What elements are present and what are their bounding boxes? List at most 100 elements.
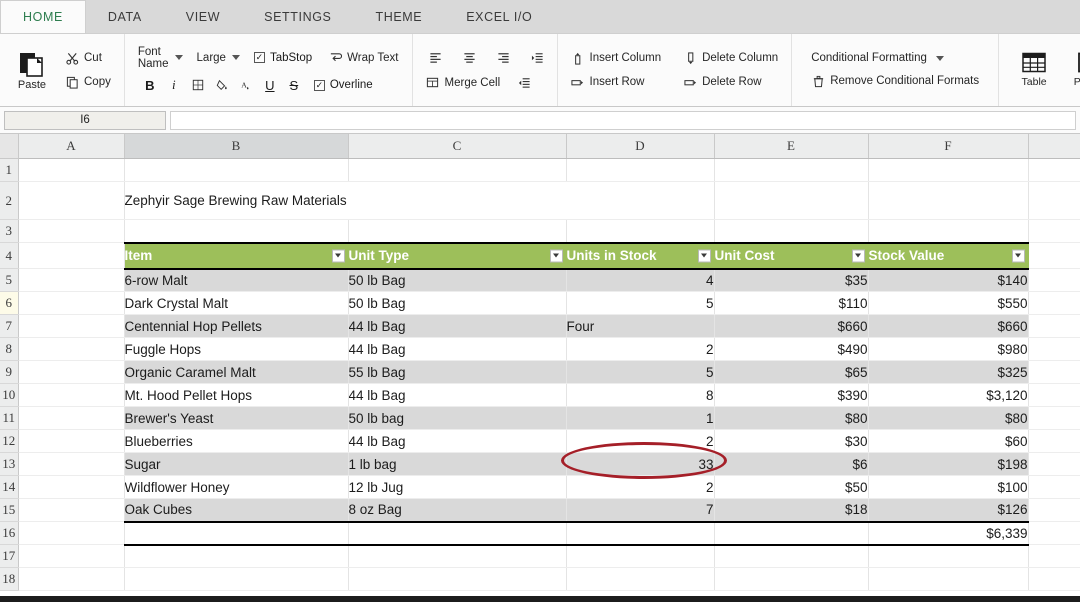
- row-header-6[interactable]: 6: [0, 291, 19, 315]
- cell-g8[interactable]: [1028, 337, 1080, 361]
- underline-button[interactable]: U: [260, 76, 280, 95]
- tab-data[interactable]: DATA: [86, 0, 164, 33]
- cell-unit-type-2[interactable]: 50 lb Bag: [348, 291, 567, 315]
- cell-units-9[interactable]: 33: [566, 452, 715, 476]
- row-header-16[interactable]: 16: [0, 521, 19, 545]
- cell-item-10[interactable]: Wildflower Honey: [124, 475, 349, 499]
- cell-units-10[interactable]: 2: [566, 475, 715, 499]
- row-header-13[interactable]: 13: [0, 452, 19, 476]
- cell-c3[interactable]: [348, 219, 567, 243]
- name-box[interactable]: I6: [4, 110, 166, 130]
- cell-e16[interactable]: [714, 520, 869, 546]
- column-header-f[interactable]: F: [868, 134, 1029, 159]
- cell-g17[interactable]: [1028, 544, 1080, 568]
- cell-g6[interactable]: [1028, 291, 1080, 315]
- cell-item-9[interactable]: Sugar: [124, 452, 349, 476]
- italic-button[interactable]: i: [164, 76, 184, 95]
- cell-item-6[interactable]: Mt. Hood Pellet Hops: [124, 383, 349, 407]
- cell-f1[interactable]: [868, 158, 1029, 182]
- cell-item-4[interactable]: Fuggle Hops: [124, 337, 349, 361]
- cell-cost-2[interactable]: $110: [714, 291, 869, 315]
- row-header-4[interactable]: 4: [0, 242, 19, 269]
- header-stock-value[interactable]: Stock Value: [868, 241, 1029, 270]
- cell-item-1[interactable]: 6-row Malt: [124, 268, 349, 292]
- indent-decrease-button[interactable]: [514, 73, 534, 92]
- row-header-12[interactable]: 12: [0, 429, 19, 453]
- cell-value-2[interactable]: $550: [868, 291, 1029, 315]
- cell-a16[interactable]: [18, 521, 125, 545]
- cell-cost-10[interactable]: $50: [714, 475, 869, 499]
- cell-d1[interactable]: [566, 158, 715, 182]
- row-header-15[interactable]: 15: [0, 498, 19, 522]
- cell-item-7[interactable]: Brewer's Yeast: [124, 406, 349, 430]
- cell-f2[interactable]: [868, 181, 1029, 220]
- cell-unit-type-6[interactable]: 44 lb Bag: [348, 383, 567, 407]
- cell-value-3[interactable]: $660: [868, 314, 1029, 338]
- cell-item-2[interactable]: Dark Crystal Malt: [124, 291, 349, 315]
- filter-dropdown-units-in-stock[interactable]: [697, 249, 711, 262]
- cell-units-1[interactable]: 4: [566, 268, 715, 292]
- tab-theme[interactable]: THEME: [353, 0, 444, 33]
- cell-unit-type-10[interactable]: 12 lb Jug: [348, 475, 567, 499]
- cell-units-11[interactable]: 7: [566, 498, 715, 522]
- cell-a12[interactable]: [18, 429, 125, 453]
- cell-cost-3[interactable]: $660: [714, 314, 869, 338]
- cell-unit-type-4[interactable]: 44 lb Bag: [348, 337, 567, 361]
- font-color-button[interactable]: A: [236, 76, 256, 95]
- cell-g18[interactable]: [1028, 567, 1080, 591]
- cell-value-9[interactable]: $198: [868, 452, 1029, 476]
- remove-conditional-formats-button[interactable]: Remove Conditional Formats: [807, 72, 983, 90]
- cell-item-5[interactable]: Organic Caramel Malt: [124, 360, 349, 384]
- cell-units-8[interactable]: 2: [566, 429, 715, 453]
- cell-d3[interactable]: [566, 219, 715, 243]
- cell-a9[interactable]: [18, 360, 125, 384]
- cell-unit-type-9[interactable]: 1 lb bag: [348, 452, 567, 476]
- cell-cost-5[interactable]: $65: [714, 360, 869, 384]
- row-header-17[interactable]: 17: [0, 544, 19, 568]
- align-center-button[interactable]: [460, 48, 480, 67]
- cell-g7[interactable]: [1028, 314, 1080, 338]
- insert-picture-button[interactable]: Picture: [1064, 52, 1080, 88]
- cell-a6[interactable]: [18, 291, 125, 315]
- column-header-e[interactable]: E: [714, 134, 869, 159]
- row-header-10[interactable]: 10: [0, 383, 19, 407]
- cell-b18[interactable]: [124, 567, 349, 591]
- cell-a11[interactable]: [18, 406, 125, 430]
- paste-button[interactable]: Paste: [9, 50, 55, 91]
- cell-item-11[interactable]: Oak Cubes: [124, 498, 349, 522]
- tab-settings[interactable]: SETTINGS: [242, 0, 353, 33]
- bold-button[interactable]: B: [140, 76, 160, 95]
- overline-checkbox[interactable]: ✓ Overline: [313, 79, 373, 91]
- cell-unit-type-7[interactable]: 50 lb bag: [348, 406, 567, 430]
- row-header-14[interactable]: 14: [0, 475, 19, 499]
- cell-a7[interactable]: [18, 314, 125, 338]
- cell-a13[interactable]: [18, 452, 125, 476]
- column-header-g[interactable]: [1028, 134, 1080, 159]
- tab-excel-io[interactable]: EXCEL I/O: [444, 0, 554, 33]
- wrap-text-button[interactable]: Wrap Text: [326, 49, 402, 67]
- cell-a2[interactable]: [18, 181, 125, 220]
- cell-g13[interactable]: [1028, 452, 1080, 476]
- row-header-9[interactable]: 9: [0, 360, 19, 384]
- cell-a1[interactable]: [18, 158, 125, 182]
- cell-e18[interactable]: [714, 567, 869, 591]
- cell-total-stock-value[interactable]: $6,339: [868, 520, 1029, 546]
- column-header-c[interactable]: C: [348, 134, 567, 159]
- cell-value-10[interactable]: $100: [868, 475, 1029, 499]
- insert-column-button[interactable]: Insert Column: [567, 49, 666, 67]
- cell-a18[interactable]: [18, 567, 125, 591]
- borders-button[interactable]: [188, 76, 208, 95]
- row-header-1[interactable]: 1: [0, 158, 19, 182]
- tab-home[interactable]: HOME: [0, 0, 86, 33]
- row-header-5[interactable]: 5: [0, 268, 19, 292]
- cell-b17[interactable]: [124, 544, 349, 568]
- cell-cost-4[interactable]: $490: [714, 337, 869, 361]
- header-units-in-stock[interactable]: Units in Stock: [566, 241, 715, 270]
- cell-unit-type-5[interactable]: 55 lb Bag: [348, 360, 567, 384]
- tab-view[interactable]: VIEW: [164, 0, 242, 33]
- indent-increase-button[interactable]: [528, 48, 548, 67]
- cell-b1[interactable]: [124, 158, 349, 182]
- fill-color-button[interactable]: [212, 76, 232, 95]
- cell-unit-type-8[interactable]: 44 lb Bag: [348, 429, 567, 453]
- cell-g2[interactable]: [1028, 181, 1080, 220]
